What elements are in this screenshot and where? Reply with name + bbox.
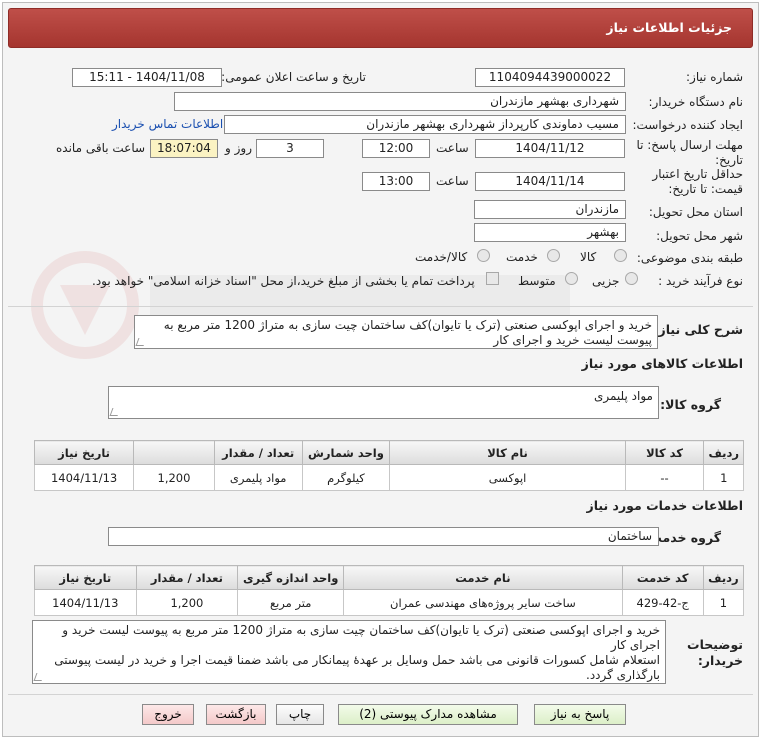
col-qty [133,440,215,465]
category-radio-goods[interactable] [614,249,627,262]
goods-section-title: اطلاعات کالاهای مورد نیاز [581,356,743,371]
back-button[interactable]: بازگشت [206,704,266,725]
process-radio-medium[interactable] [565,272,578,285]
general-description-label: شرح کلی نیاز: [653,322,743,337]
services-group-field: ساختمان [108,527,659,546]
province-field: مازندران [474,200,626,219]
col-name: نام کالا [389,440,626,465]
process-radio-minor[interactable] [625,272,638,285]
col-date: تاریخ نیاز [33,440,135,465]
print-button[interactable]: چاپ [276,704,324,725]
services-table-header: ردیف کد خدمت نام خدمت واحد اندازه گیری ت… [34,565,745,590]
process-option-medium: متوسط [518,274,556,288]
buyer-notes-label-line2: خریدار: [697,653,743,668]
buyer-contact-link[interactable]: اطلاعات تماس خریدار [112,117,223,131]
services-section-title: اطلاعات خدمات مورد نیاز [586,498,744,513]
validity-date-field: 1404/11/14 [475,172,625,191]
cell-row: 1 [703,464,744,491]
category-radio-goods-service[interactable] [477,249,490,262]
services-table: ردیف کد خدمت نام خدمت واحد اندازه گیری ت… [34,565,745,616]
validity-time-field: 13:00 [362,172,430,191]
cell-name: ساخت سایر پروژه‌های مهندسی عمران [343,589,623,616]
buyer-notes-field: خرید و اجرای اپوکسی صنعتی (ترک یا تایوان… [32,620,666,684]
category-option-service: خدمت [506,250,538,264]
validity-label-line2: قیمت: تا تاریخ: [668,182,743,196]
buyer-label: نام دستگاه خریدار: [648,95,744,109]
treasury-note: پرداخت تمام یا بخشی از مبلغ خرید،از محل … [92,274,475,288]
col-row: ردیف [702,565,745,590]
province-label: استان محل تحویل: [648,205,743,219]
col-date: تاریخ نیاز [34,565,137,590]
resize-grip-icon[interactable] [135,338,147,346]
category-radio-service[interactable] [547,249,560,262]
cell-qty: 1,200 [135,589,239,616]
cell-unit: کیلوگرم [301,464,391,491]
reply-button[interactable]: پاسخ به نیاز [534,704,626,725]
goods-table-header: ردیف کد کالا نام کالا واحد شمارش تعداد /… [33,440,744,465]
divider [8,694,753,695]
category-option-goods-service: کالا/خدمت [415,250,468,264]
buyer-field: شهرداری بهشهر مازندران [174,92,626,111]
cell-name: اپوکسی [389,464,626,491]
goods-table: ردیف کد کالا نام کالا واحد شمارش تعداد /… [33,440,744,491]
days-label: روز و [225,141,252,155]
time-remaining-label: ساعت باقی مانده [56,141,146,155]
creator-label: ایجاد کننده درخواست: [632,118,743,132]
buyer-notes-line2: استعلام شامل کسورات قانونی می باشد حمل و… [54,653,660,682]
col-qty: تعداد / مقدار [135,565,239,590]
category-option-goods: کالا [580,250,597,264]
days-remaining-field: 3 [256,139,324,158]
cell-code: -- [624,464,705,491]
buyer-notes-line1: خرید و اجرای اپوکسی صنعتی (ترک یا تایوان… [62,623,660,652]
col-code: کد خدمت [621,565,704,590]
divider [8,306,753,307]
deadline-label-line1: مهلت ارسال پاسخ: تا [636,138,743,152]
col-code: کد کالا [624,440,705,465]
exit-button[interactable]: خروج [142,704,194,725]
deadline-time-field: 12:00 [362,139,430,158]
need-number-label: شماره نیاز: [686,70,743,84]
city-field: بهشهر [474,223,626,242]
deadline-time-label: ساعت [436,141,469,155]
process-label: نوع فرآیند خرید : [658,274,743,288]
page-header: جزئیات اطلاعات نیاز [8,8,753,48]
goods-group-field: مواد پلیمری [108,386,659,419]
announce-field: 1404/11/08 - 15:11 [72,68,222,87]
time-remaining-field: 18:07:04 [150,139,218,158]
goods-group-label: گروه کالا: [660,397,721,412]
deadline-date-field: 1404/11/12 [475,139,625,158]
cell-date: 1404/11/13 [34,589,137,616]
announce-label: تاریخ و ساعت اعلان عمومی: [221,70,366,84]
col-count: تعداد / مقدار [213,440,303,465]
validity-time-label: ساعت [436,174,469,188]
buyer-notes-label-line1: توضیحات [687,637,743,652]
page-title: جزئیات اطلاعات نیاز [606,20,732,35]
table-row[interactable]: 1 ج-42-429 ساخت سایر پروژه‌های مهندسی عم… [34,589,745,616]
table-row[interactable]: 1 -- اپوکسی کیلوگرم مواد پلیمری 1,200 14… [33,464,744,491]
general-description-text: خرید و اجرای اپوکسی صنعتی (ترک یا تایوان… [163,318,652,347]
col-name: نام خدمت [343,565,623,590]
col-unit: واحد اندازه گیری [237,565,345,590]
deadline-label-line2: تاریخ: [715,153,743,167]
cell-code: ج-42-429 [621,589,704,616]
need-number-field: 1104094439000022 [475,68,625,87]
col-row: ردیف [703,440,744,465]
view-attachments-button[interactable]: مشاهده مدارک پیوستی (2) [338,704,518,725]
cell-unit: متر مربع [237,589,345,616]
creator-field: مسیب دماوندی کارپرداز شهرداری بهشهر مازن… [224,115,626,134]
col-unit: واحد شمارش [301,440,391,465]
resize-grip-icon[interactable] [109,408,121,416]
process-option-minor: جزیی [592,274,620,288]
general-description-field: خرید و اجرای اپوکسی صنعتی (ترک یا تایوان… [134,315,658,349]
cell-row: 1 [702,589,745,616]
goods-group-text: مواد پلیمری [593,389,653,403]
cell-date: 1404/11/13 [33,464,135,491]
city-label: شهر محل تحویل: [656,229,743,243]
cell-qty: 1,200 [133,464,215,491]
category-label: طبقه بندی موضوعی: [636,251,743,265]
cell-qty-unit: مواد پلیمری [213,464,303,491]
treasury-checkbox[interactable] [486,272,499,285]
validity-label-line1: حداقل تاریخ اعتبار [652,167,743,181]
